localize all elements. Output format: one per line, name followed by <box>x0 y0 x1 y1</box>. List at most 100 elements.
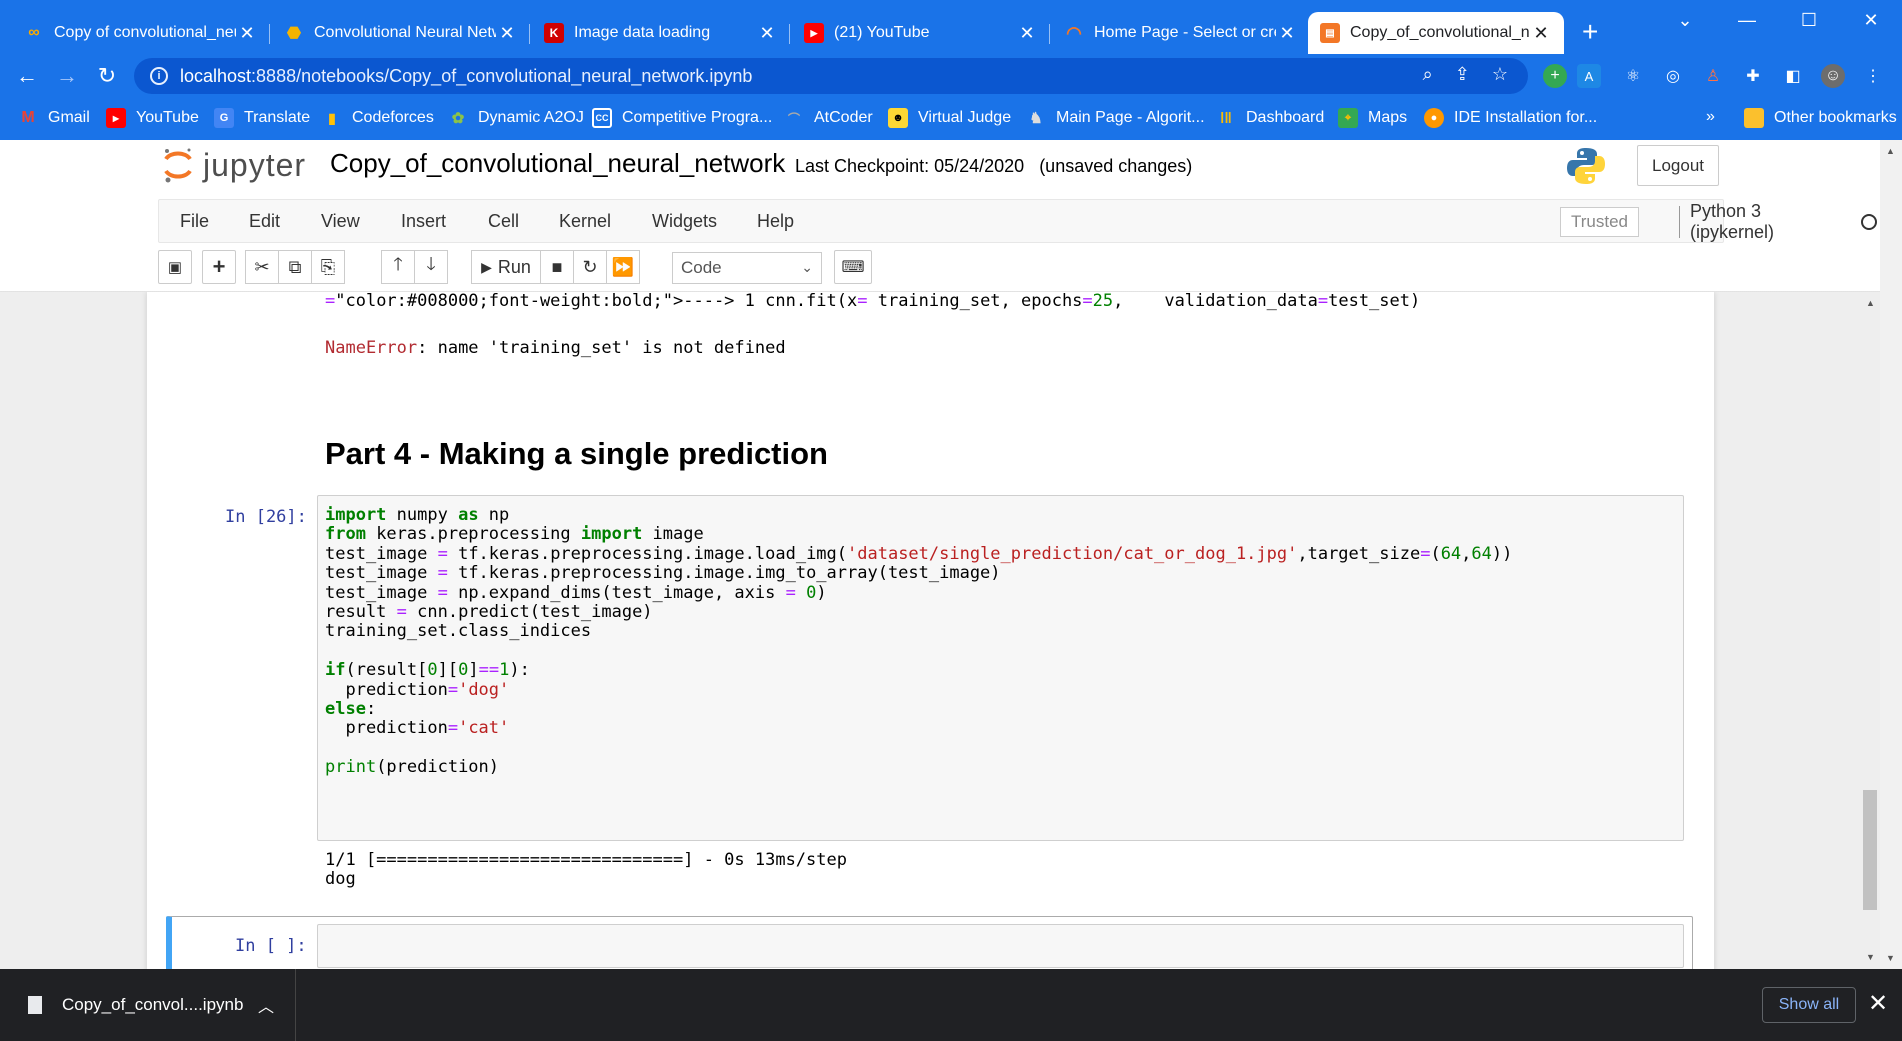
bookmark-algorithms[interactable]: ♞ Main Page - Algorit... <box>1026 108 1204 128</box>
kernel-name[interactable]: Python 3 (ipykernel) <box>1679 201 1774 242</box>
menu-kernel[interactable]: Kernel <box>559 211 611 232</box>
bookmark-competitive[interactable]: CC Competitive Progra... <box>592 108 772 128</box>
notebook-scrollbar-thumb[interactable] <box>1863 790 1877 910</box>
bookmark-vjudge[interactable]: ☻ Virtual Judge <box>888 108 1011 128</box>
jupyter-header: jupyter Copy_of_convolutional_neural_net… <box>0 140 1880 198</box>
notebook-area[interactable]: ="color:#008000;font-weight:bold;">---->… <box>0 292 1880 969</box>
bookmark-youtube[interactable]: ▶ YouTube <box>106 108 199 128</box>
close-icon[interactable]: ✕ <box>496 23 518 44</box>
download-item[interactable]: Copy_of_convol....ipynb ︿ <box>0 969 296 1041</box>
chevron-up-icon[interactable]: ︿ <box>258 993 274 1017</box>
notebook-scroll-down-icon[interactable]: ▼ <box>1866 952 1875 962</box>
scroll-up-arrow-icon[interactable]: ▲ <box>1886 146 1895 156</box>
folder-icon <box>1744 108 1764 128</box>
restart-button[interactable]: ↻ <box>573 250 607 284</box>
move-down-button[interactable]: 🡓 <box>414 250 448 284</box>
stop-icon: ■ <box>551 256 563 277</box>
tab-keras[interactable]: K Image data loading ✕ <box>532 12 790 54</box>
bookmark-label: Maps <box>1368 109 1408 126</box>
move-up-button[interactable]: 🡑 <box>381 250 415 284</box>
cell-prompt: In [26]: <box>225 507 307 527</box>
save-button[interactable]: ▣ <box>158 250 192 284</box>
back-arrow-icon[interactable]: ← <box>12 62 42 90</box>
bookmark-star-icon[interactable]: ☆ <box>1492 64 1508 85</box>
extensions-puzzle-icon[interactable]: ✚ <box>1741 64 1765 88</box>
section-heading: Part 4 - Making a single prediction <box>325 436 828 471</box>
bookmark-ide[interactable]: ● IDE Installation for... <box>1424 108 1597 128</box>
file-icon <box>28 996 42 1014</box>
menu-widgets[interactable]: Widgets <box>652 211 717 232</box>
menu-insert[interactable]: Insert <box>401 211 446 232</box>
tab-search-icon[interactable]: ⌄ <box>1654 0 1716 40</box>
menu-view[interactable]: View <box>321 211 360 232</box>
share-icon[interactable]: ⇪ <box>1455 64 1470 85</box>
command-palette-button[interactable]: ⌨ <box>834 250 872 284</box>
jupyter-logo[interactable]: jupyter <box>163 146 306 184</box>
insert-cell-button[interactable]: + <box>202 250 236 284</box>
restart-run-all-button[interactable]: ⏩ <box>606 250 640 284</box>
close-icon[interactable]: ✕ <box>1276 23 1298 44</box>
other-bookmarks[interactable]: Other bookmarks <box>1744 108 1897 128</box>
reload-icon[interactable]: ↻ <box>92 62 122 90</box>
bookmark-a2oj[interactable]: ✿ Dynamic A2OJ <box>448 108 584 128</box>
paste-button[interactable]: ⎘ <box>311 250 345 284</box>
menu-help[interactable]: Help <box>757 211 794 232</box>
page-scrollbar[interactable]: ▲ ▼ <box>1880 140 1902 969</box>
show-all-button[interactable]: Show all <box>1762 987 1856 1023</box>
maximize-button[interactable]: ☐ <box>1778 0 1840 40</box>
bookmarks-overflow-button[interactable]: » <box>1706 108 1715 126</box>
cp-icon: CC <box>592 108 612 128</box>
cut-button[interactable]: ✂ <box>245 250 279 284</box>
zoom-icon[interactable]: ⌕ <box>1423 64 1433 85</box>
close-icon[interactable]: ✕ <box>236 23 258 44</box>
notebook-toolbar: ▣ + ✂ ⧉ ⎘ 🡑 🡓 ▶ Run ■ ↻ ⏩ Code ⌄ ⌨ <box>158 250 1724 286</box>
tab-jupyter-home[interactable]: ◠ Home Page - Select or crea ✕ <box>1052 12 1310 54</box>
cell-type-select[interactable]: Code ⌄ <box>672 252 822 284</box>
extension-hat-icon[interactable]: ♙ <box>1701 64 1725 88</box>
close-icon[interactable]: ✕ <box>1530 23 1552 44</box>
close-icon[interactable]: ✕ <box>1868 989 1888 1018</box>
logout-button[interactable]: Logout <box>1637 145 1719 186</box>
close-window-button[interactable]: ✕ <box>1840 0 1902 40</box>
ide-icon: ● <box>1424 108 1444 128</box>
bookmark-label: Translate <box>244 109 311 126</box>
bookmark-gmail[interactable]: M Gmail <box>18 108 89 128</box>
close-icon[interactable]: ✕ <box>1016 23 1038 44</box>
info-icon[interactable]: i <box>150 67 168 85</box>
tab-notebook-active[interactable]: ▤ Copy_of_convolutional_neu ✕ <box>1308 12 1564 54</box>
tab-colab[interactable]: ∞ Copy of convolutional_neu ✕ <box>12 12 270 54</box>
close-icon[interactable]: ✕ <box>756 23 778 44</box>
atcoder-icon: ⌒ <box>787 111 800 126</box>
forward-arrow-icon[interactable]: → <box>52 62 82 90</box>
interrupt-button[interactable]: ■ <box>540 250 574 284</box>
tab-udemy[interactable]: ⬣ Convolutional Neural Netw ✕ <box>272 12 530 54</box>
empty-code-input[interactable] <box>317 924 1684 968</box>
menu-edit[interactable]: Edit <box>249 211 280 232</box>
menu-cell[interactable]: Cell <box>488 211 519 232</box>
checkpoint-status: Last Checkpoint: 05/24/2020 (unsaved cha… <box>795 156 1192 177</box>
bookmark-atcoder[interactable]: ⌒ AtCoder <box>784 108 873 128</box>
profile-avatar[interactable]: ☺ <box>1821 64 1845 88</box>
address-bar[interactable]: i localhost :8888/notebooks/Copy_of_conv… <box>134 58 1528 94</box>
scroll-down-arrow-icon[interactable]: ▼ <box>1886 953 1895 963</box>
bookmark-translate[interactable]: G Translate <box>214 108 310 128</box>
menu-kebab-icon[interactable]: ⋮ <box>1861 64 1885 88</box>
copy-button[interactable]: ⧉ <box>278 250 312 284</box>
scissors-icon: ✂ <box>254 256 270 277</box>
bookmark-codeforces[interactable]: ▮ Codeforces <box>322 108 434 128</box>
trusted-indicator[interactable]: Trusted <box>1560 207 1640 237</box>
menu-file[interactable]: File <box>180 211 209 232</box>
notebook-scroll-up-icon[interactable]: ▲ <box>1866 298 1875 308</box>
bookmark-maps[interactable]: ⌖ Maps <box>1338 108 1407 128</box>
minimize-button[interactable]: — <box>1716 0 1778 40</box>
new-tab-button[interactable]: + <box>1582 18 1598 46</box>
notebook-name[interactable]: Copy_of_convolutional_neural_network <box>330 148 785 179</box>
side-panel-icon[interactable]: ◧ <box>1781 64 1805 88</box>
tab-youtube[interactable]: ▶ (21) YouTube ✕ <box>792 12 1050 54</box>
extension-a-icon[interactable]: A <box>1577 64 1601 88</box>
react-devtools-icon[interactable]: ⚛ <box>1621 64 1645 88</box>
target-icon[interactable]: ◎ <box>1661 64 1685 88</box>
extension-plus-icon[interactable]: + <box>1543 64 1567 88</box>
run-button[interactable]: ▶ Run <box>471 250 541 284</box>
bookmark-dashboard[interactable]: ǀǁ Dashboard <box>1216 108 1324 128</box>
